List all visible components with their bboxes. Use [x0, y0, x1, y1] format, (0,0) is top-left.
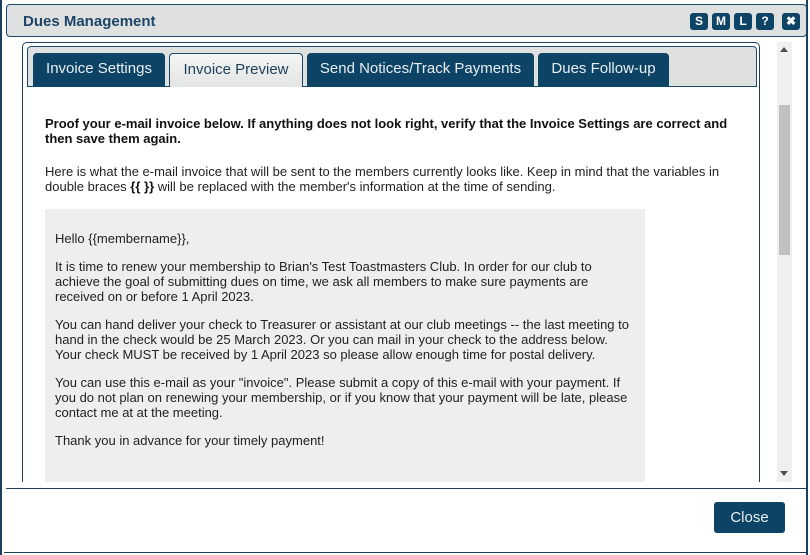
tab-dues-follow-up[interactable]: Dues Follow-up [538, 53, 669, 87]
close-icon: ✖ [785, 14, 797, 28]
tab-bar: Invoice Settings Invoice Preview Send No… [27, 46, 757, 87]
title-bar-buttons: S M L ? ✖ [690, 13, 800, 30]
tab-panel: Invoice Settings Invoice Preview Send No… [22, 42, 760, 482]
intro-text-part: will be replaced with the member's infor… [154, 179, 556, 194]
tab-invoice-preview[interactable]: Invoice Preview [169, 53, 303, 87]
scroll-down-arrow-icon[interactable] [780, 471, 788, 476]
email-greeting: Hello {{membername}}, [55, 231, 190, 246]
tab-send-notices-track-payments[interactable]: Send Notices/Track Payments [307, 53, 534, 87]
tab-invoice-settings[interactable]: Invoice Settings [33, 53, 165, 87]
title-bar: Dues Management S M L ? ✖ [6, 4, 807, 37]
dialog-title: Dues Management [23, 13, 156, 30]
vertical-scrollbar[interactable] [777, 42, 792, 482]
email-paragraph: You can use this e-mail as your "invoice… [55, 375, 628, 420]
footer-divider [6, 488, 808, 489]
size-large-button[interactable]: L [734, 13, 752, 30]
preview-content: Proof your e-mail invoice below. If anyt… [23, 88, 759, 482]
email-paragraph: Thank you in advance for your timely pay… [55, 433, 325, 448]
email-paragraph: It is time to renew your membership to B… [55, 259, 592, 304]
intro-text: Here is what the e-mail invoice that wil… [45, 164, 745, 194]
scrollbar-thumb[interactable] [779, 105, 790, 255]
braces-token: {{ }} [130, 179, 155, 194]
help-button[interactable]: ? [756, 13, 774, 30]
dialog-bottom-border [4, 552, 808, 553]
email-paragraph: You can hand deliver your check to Treas… [55, 317, 629, 362]
size-medium-button[interactable]: M [712, 13, 730, 30]
scroll-up-arrow-icon[interactable] [780, 47, 788, 52]
dues-management-dialog: Dues Management S M L ? ✖ Invoice Settin… [0, 0, 808, 555]
email-preview-box: Hello {{membername}}, It is time to rene… [45, 209, 645, 482]
close-button[interactable]: Close [714, 502, 785, 533]
size-small-button[interactable]: S [690, 13, 708, 30]
instruction-text: Proof your e-mail invoice below. If anyt… [45, 116, 728, 146]
close-window-button[interactable]: ✖ [782, 13, 800, 30]
